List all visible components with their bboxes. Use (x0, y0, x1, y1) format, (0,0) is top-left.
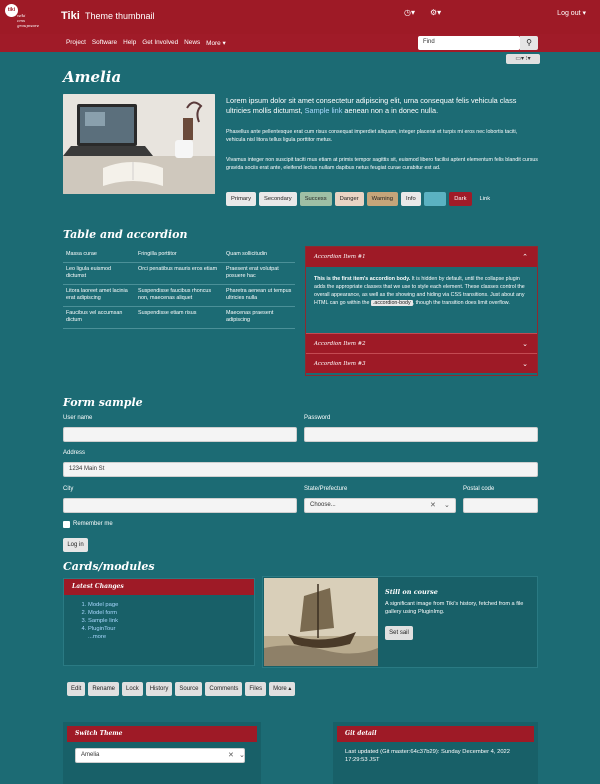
top-bar: tiki wiki cms groupware Tiki Theme thumbna… (0, 0, 600, 34)
username-field[interactable] (63, 427, 297, 442)
paragraph-1: Phasellus ante pellentesque erat cum ris… (226, 129, 518, 143)
still-text: A significant image from Tiki's history,… (385, 601, 524, 615)
postal-label: Postal code (463, 486, 495, 492)
username-label: User name (63, 415, 93, 421)
remember-label: Remember me (73, 521, 113, 527)
gears-icon[interactable]: ⚙▾ (430, 8, 441, 17)
comments-button[interactable]: Comments (205, 682, 243, 696)
brand-name[interactable]: Tiki (61, 10, 80, 22)
more-link[interactable]: ...more (88, 633, 254, 641)
files-button[interactable]: Files (245, 682, 267, 696)
address-field[interactable]: 1234 Main St (63, 462, 538, 477)
latest-changes-title: Latest Changes (64, 579, 254, 595)
cards-heading: Cards/modules (63, 560, 155, 573)
button-row: Primary Secondary Success Danger Warning… (226, 192, 495, 206)
rename-button[interactable]: Rename (88, 682, 120, 696)
laptop-photo (63, 94, 215, 194)
table-header-row: Massa curae Fringilla porttitor Quam sol… (63, 248, 295, 263)
dark-button[interactable]: Dark (449, 192, 472, 206)
nav-more[interactable]: More ▾ (206, 39, 226, 47)
form-heading: Form sample (63, 396, 143, 409)
primary-button[interactable]: Primary (226, 192, 256, 206)
sample-link[interactable]: Sample link (305, 106, 343, 115)
secondary-button[interactable]: Secondary (258, 192, 297, 206)
table-heading: Table and accordion (63, 228, 188, 241)
git-detail-text: Last updated (Git master:64c37b29): Sund… (345, 749, 510, 763)
table-row: Litora laoreet amet lacinia erat adipisc… (63, 284, 295, 307)
nav-software[interactable]: Software (92, 39, 117, 47)
lead-paragraph: Lorem ipsum dolor sit amet consectetur a… (226, 96, 517, 115)
site-title: Theme thumbnail (85, 11, 155, 21)
tiki-logo[interactable]: tiki wiki cms groupware (5, 4, 39, 30)
clock-icon[interactable]: ◷▾ (404, 8, 415, 17)
chevron-up-icon: ⌃ (522, 253, 528, 261)
clear-icon[interactable]: ✕ (228, 751, 234, 759)
sample-table: Massa curae Fringilla porttitor Quam sol… (63, 248, 295, 329)
set-sail-button[interactable]: Set sail (385, 626, 413, 640)
chevron-down-icon: ⌄ (522, 360, 528, 368)
address-label: Address (63, 450, 86, 456)
accordion-item-2-header[interactable]: Accordion Item #2 ⌄ (306, 333, 537, 353)
page-title: Amelia (63, 68, 122, 86)
login-button[interactable]: Log in (63, 538, 88, 552)
nav-get-involved[interactable]: Get Involved (142, 39, 178, 47)
nav-help[interactable]: Help (123, 39, 136, 47)
latest-changes-card: Latest Changes Model page Model form Sam… (63, 578, 255, 666)
city-field[interactable] (63, 498, 297, 513)
info-button[interactable]: Info (401, 192, 421, 206)
search-input[interactable]: Find (418, 36, 520, 50)
page-tools-menu[interactable]: ▭▾ ⁝▾ (506, 54, 540, 64)
success-button[interactable]: Success (299, 192, 332, 206)
list-item[interactable]: PluginTour (88, 625, 254, 633)
accordion-item-1-header[interactable]: Accordion Item #1 ⌃ (306, 247, 537, 267)
accordion-item-3-header[interactable]: Accordion Item #3 ⌄ (306, 353, 537, 373)
accordion: Accordion Item #1 ⌃ This is the first ite… (305, 246, 538, 376)
logo-subtitle: wiki cms groupware (17, 13, 40, 28)
git-detail-module: Git detail Last updated (Git master:64c3… (333, 722, 538, 784)
page-toolbar: Edit Rename Lock History Source Comments… (67, 682, 296, 696)
nav-project[interactable]: Project (66, 39, 86, 47)
edit-button[interactable]: Edit (67, 682, 86, 696)
list-item[interactable]: Model form (88, 609, 254, 617)
danger-button[interactable]: Danger (334, 192, 364, 206)
switch-theme-module: Switch Theme Amelia ✕ ⌄ (63, 722, 261, 784)
theme-select[interactable]: Amelia (75, 748, 245, 763)
password-label: Password (304, 415, 331, 421)
accordion-body: This is the first item's accordion body.… (314, 276, 525, 306)
city-label: City (63, 486, 74, 492)
chevron-down-icon: ⌄ (522, 340, 528, 348)
table-row: Leo ligula euismod dictumst Orci penatibu… (63, 262, 295, 285)
remember-checkbox[interactable] (63, 521, 70, 528)
search-icon[interactable]: ⚲ (520, 36, 538, 50)
ship-image (264, 578, 378, 666)
more-button[interactable]: More ▴ (269, 682, 296, 696)
warning-button[interactable]: Warning (366, 192, 398, 206)
password-field[interactable] (304, 427, 538, 442)
latest-changes-list: Model page Model form Sample link Plugin… (64, 595, 254, 641)
chevron-down-icon[interactable]: ⌄ (444, 501, 450, 509)
source-button[interactable]: Source (175, 682, 203, 696)
paragraph-2: Vivamus integer non suscipit taciti mus … (226, 157, 538, 171)
lock-button[interactable]: Lock (122, 682, 143, 696)
table-row: Faucibus vel accumsan dictum Suspendisse … (63, 306, 295, 329)
link-button[interactable]: Link (475, 192, 496, 206)
history-button[interactable]: History (145, 682, 173, 696)
git-detail-title: Git detail (337, 726, 534, 742)
state-label: State/Prefecture (304, 486, 348, 492)
light-button[interactable]: Light (423, 192, 447, 206)
list-item[interactable]: Model page (88, 601, 254, 609)
clear-icon[interactable]: ✕ (430, 501, 436, 509)
nav-news[interactable]: News (184, 39, 200, 47)
logout-link[interactable]: Log out ▾ (557, 9, 586, 17)
postal-field[interactable] (463, 498, 538, 513)
switch-theme-title: Switch Theme (67, 726, 257, 742)
still-title: Still on course (385, 588, 438, 596)
chevron-down-icon[interactable]: ⌄ (239, 751, 245, 759)
list-item[interactable]: Sample link (88, 617, 254, 625)
